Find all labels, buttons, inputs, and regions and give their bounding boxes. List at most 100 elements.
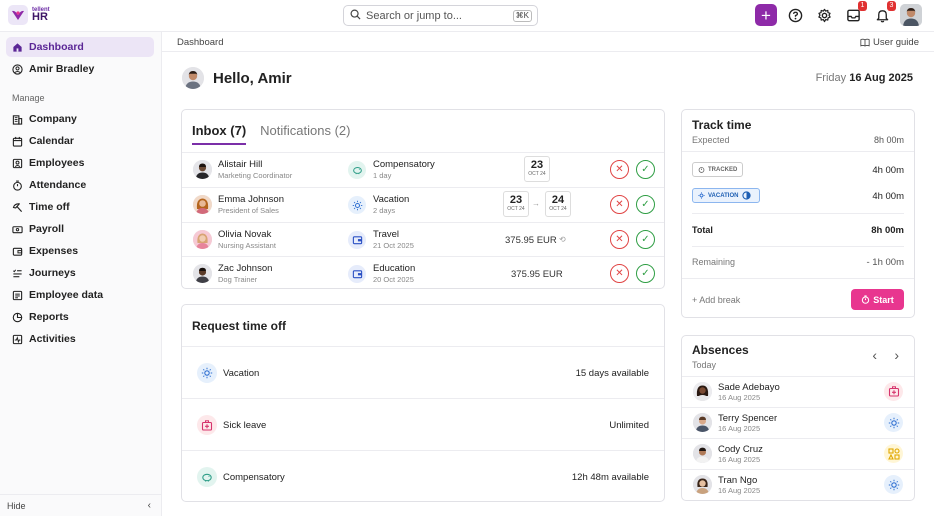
current-date: Friday 16 Aug 2025	[816, 72, 913, 84]
person-role: President of Sales	[218, 206, 279, 215]
user-guide-label: User guide	[873, 37, 919, 48]
settings-button[interactable]	[813, 4, 835, 26]
sun-icon	[884, 413, 903, 432]
chevron-right-icon[interactable]: ›	[894, 347, 899, 363]
person-name: Zac Johnson	[218, 263, 273, 274]
plus-icon: +	[761, 5, 771, 25]
approve-button[interactable]: ✓	[636, 230, 655, 249]
add-break-button[interactable]: + Add break	[692, 295, 740, 305]
sidebar-item-company[interactable]: Company	[6, 109, 154, 129]
calendar-icon	[12, 136, 23, 147]
top-bar: tellent HR Search or jump to... ⌘K + 1 3	[0, 0, 934, 32]
list-item[interactable]: Cody Cruz 16 Aug 2025	[682, 438, 914, 469]
close-icon: ✕	[615, 268, 624, 279]
sun-icon	[348, 196, 366, 214]
sidebar-item-activities[interactable]: Activities	[6, 329, 154, 349]
inbox-button[interactable]: 1	[842, 1, 867, 26]
time-off-option-sick-leave[interactable]: Sick leave Unlimited	[182, 398, 664, 450]
stopwatch-icon	[862, 295, 870, 304]
absence-date: 16 Aug 2025	[718, 393, 761, 402]
tab-notifications[interactable]: Notifications (2)	[260, 123, 350, 145]
list-item[interactable]: Terry Spencer 16 Aug 2025	[682, 407, 914, 438]
tab-inbox[interactable]: Inbox (7)	[192, 123, 247, 145]
stopwatch-icon	[698, 167, 705, 173]
sidebar-item-label: Calendar	[29, 135, 74, 147]
wallet-icon	[12, 247, 23, 256]
user-guide-link[interactable]: User guide	[860, 37, 919, 48]
request-category: Vacation	[373, 194, 410, 205]
page-title: Hello, Amir	[213, 69, 292, 87]
help-button[interactable]	[784, 4, 806, 26]
help-icon	[788, 8, 802, 22]
sidebar-item-calendar[interactable]: Calendar	[6, 131, 154, 151]
date-value: 16 Aug 2025	[849, 72, 913, 84]
approve-button[interactable]: ✓	[636, 160, 655, 179]
hide-sidebar-button[interactable]: Hide ‹	[0, 494, 162, 516]
sidebar-item-attendance[interactable]: Attendance	[6, 175, 154, 195]
avatar	[693, 475, 712, 494]
medical-kit-icon	[197, 415, 217, 435]
logo-big-text: HR	[32, 11, 48, 23]
sidebar-item-reports[interactable]: Reports	[6, 307, 154, 327]
search-icon	[350, 9, 361, 23]
avatar	[693, 444, 712, 463]
notifications-button[interactable]: 3	[871, 1, 896, 26]
sidebar-item-employees[interactable]: Employees	[6, 153, 154, 173]
request-detail: 1 day	[373, 171, 392, 180]
close-icon: ✕	[615, 164, 624, 175]
sidebar-item-label: Expenses	[29, 245, 79, 257]
time-off-option-compensatory[interactable]: Compensatory 12h 48m available	[182, 450, 664, 502]
list-item[interactable]: Tran Ngo 16 Aug 2025	[682, 469, 914, 500]
start-timer-button[interactable]: Start	[851, 289, 904, 310]
close-icon: ✕	[615, 234, 624, 245]
sidebar-item-label: Amir Bradley	[29, 63, 95, 75]
divider	[682, 278, 914, 279]
avatar	[193, 230, 212, 249]
search-input[interactable]: Search or jump to... ⌘K	[343, 5, 538, 26]
approve-button[interactable]: ✓	[636, 264, 655, 283]
arrow-right-icon: →	[532, 199, 540, 208]
section-title: Track time	[692, 118, 752, 132]
wallet-icon	[348, 265, 366, 283]
vacation-label: VACATION	[708, 192, 739, 199]
avatar	[193, 264, 212, 283]
date-from: 23 OCT 24	[503, 191, 529, 217]
list-item[interactable]: Sade Adebayo 16 Aug 2025	[682, 376, 914, 407]
hide-label: Hide	[7, 501, 26, 511]
section-title: Request time off	[192, 319, 287, 333]
date-day: 23	[509, 194, 523, 206]
app-logo[interactable]: tellent HR	[8, 5, 50, 25]
sidebar-item-journeys[interactable]: Journeys	[6, 263, 154, 283]
logo-mark-icon	[8, 5, 28, 25]
expense-amount: 375.95 EUR	[511, 269, 563, 280]
sun-icon	[197, 363, 217, 383]
reject-button[interactable]: ✕	[610, 160, 629, 179]
list-item[interactable]: Zac Johnson Dog Trainer Education 20 Oct…	[182, 256, 664, 290]
reject-button[interactable]: ✕	[610, 195, 629, 214]
sidebar-item-expenses[interactable]: Expenses	[6, 241, 154, 261]
piggy-bank-icon	[348, 161, 366, 179]
reject-button[interactable]: ✕	[610, 264, 629, 283]
approve-button[interactable]: ✓	[636, 195, 655, 214]
list-item[interactable]: Olivia Novak Nursing Assistant Travel 21…	[182, 222, 664, 256]
chevron-left-icon[interactable]: ‹	[872, 347, 877, 363]
sidebar-item-dashboard[interactable]: Dashboard	[6, 37, 154, 57]
reject-button[interactable]: ✕	[610, 230, 629, 249]
shapes-icon	[884, 444, 903, 463]
greeting: Hello, Amir	[182, 67, 292, 89]
date-from: 23 OCT 24	[524, 156, 550, 182]
sidebar-item-time-off[interactable]: Time off	[6, 197, 154, 217]
sidebar-item-profile[interactable]: Amir Bradley	[6, 59, 154, 79]
banknote-icon	[12, 225, 23, 233]
sidebar-item-payroll[interactable]: Payroll	[6, 219, 154, 239]
add-button[interactable]: +	[755, 4, 777, 26]
inbox-badge: 1	[858, 1, 867, 11]
expected-label: Expected	[692, 135, 730, 145]
list-item[interactable]: Alistair Hill Marketing Coordinator Comp…	[182, 152, 664, 186]
sidebar-item-employee-data[interactable]: Employee data	[6, 285, 154, 305]
list-item[interactable]: Emma Johnson President of Sales Vacation…	[182, 187, 664, 221]
data-icon	[12, 290, 23, 300]
request-detail: 21 Oct 2025	[373, 241, 414, 250]
time-off-option-vacation[interactable]: Vacation 15 days available	[182, 346, 664, 398]
user-avatar[interactable]	[900, 4, 922, 26]
